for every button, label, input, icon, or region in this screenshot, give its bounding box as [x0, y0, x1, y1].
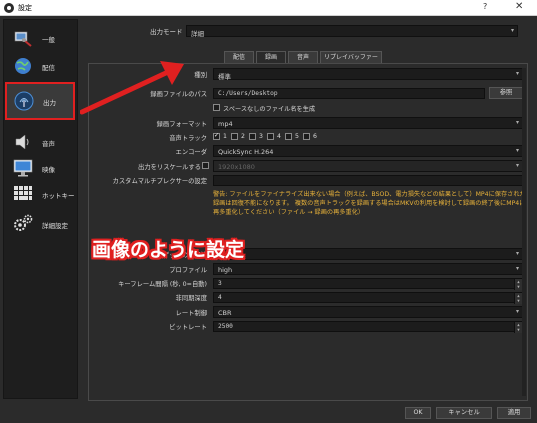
- rescale-checkbox[interactable]: [202, 162, 209, 169]
- rescale-label: 出力をリスケールする: [138, 164, 201, 171]
- track-label: 2: [241, 133, 245, 140]
- sidebar-item-label: 一般: [42, 36, 55, 44]
- chevron-down-icon: ▾: [515, 162, 519, 169]
- sidebar-item-label: 配信: [42, 64, 55, 72]
- format-value: mp4: [218, 120, 233, 128]
- path-input[interactable]: C:/Users/Desktop: [213, 88, 485, 99]
- audio-track-label: 音声トラック: [169, 135, 207, 142]
- track-label: 6: [313, 133, 317, 140]
- spinner-arrows-icon[interactable]: ▲ ▼: [514, 293, 522, 304]
- type-select[interactable]: 標準 ▾: [213, 68, 523, 81]
- async-depth-value: 4: [218, 294, 222, 301]
- track-label: 1: [223, 133, 227, 140]
- async-depth-input[interactable]: 4 ▲ ▼: [213, 292, 523, 304]
- format-select[interactable]: mp4 ▾: [213, 117, 523, 129]
- target-usage-select[interactable]: quality ▾: [213, 248, 523, 260]
- chevron-down-icon: ▾: [515, 308, 519, 315]
- window-title: 設定: [18, 4, 32, 12]
- encoder-select[interactable]: QuickSync H.264 ▾: [213, 145, 523, 157]
- track-2-checkbox[interactable]: [231, 133, 238, 140]
- dialog-footer: OK キャンセル 適用: [0, 402, 537, 423]
- sidebar-item-output[interactable]: 出力: [5, 82, 75, 120]
- nospace-label: スペースなしのファイル名を生成: [223, 106, 316, 113]
- sidebar-item-label: 詳細設定: [42, 222, 68, 230]
- apply-button[interactable]: 適用: [497, 407, 531, 419]
- track-label: 3: [259, 133, 263, 140]
- encoder-label: エンコーダ: [175, 149, 207, 156]
- spinner-arrows-icon[interactable]: ▲ ▼: [514, 322, 522, 333]
- output-mode-value: 詳細: [191, 30, 204, 38]
- settings-sidebar: 一般 配信 出力 音声 映像 ホットキー 詳細設定: [3, 19, 78, 399]
- track-label: 4: [277, 133, 281, 140]
- output-mode-label: 出力モード: [150, 28, 183, 36]
- general-icon: [14, 31, 32, 47]
- globe-icon: [15, 58, 31, 74]
- chevron-down-icon: ▾: [515, 147, 519, 154]
- chevron-down-icon: ▾: [515, 250, 519, 257]
- keyboard-icon: [14, 186, 32, 200]
- spinner-arrows-icon[interactable]: ▲ ▼: [514, 279, 522, 290]
- chevron-down-icon: ▾: [515, 119, 519, 126]
- sidebar-item-video[interactable]: 映像: [6, 154, 76, 182]
- help-button[interactable]: ?: [483, 2, 487, 11]
- sidebar-item-label: 音声: [42, 140, 55, 148]
- keyframe-label: キーフレーム間隔 (秒, 0=自動): [118, 281, 207, 288]
- track-6-checkbox[interactable]: [303, 133, 310, 140]
- sidebar-item-label: ホットキー: [42, 192, 75, 200]
- sidebar-item-advanced[interactable]: 詳細設定: [6, 210, 76, 238]
- ok-button[interactable]: OK: [405, 407, 431, 419]
- chevron-down-icon: ▾: [515, 265, 519, 272]
- monitor-icon: [13, 159, 33, 177]
- bitrate-input[interactable]: 2500 ▲ ▼: [213, 321, 523, 333]
- sidebar-item-audio[interactable]: 音声: [6, 128, 76, 156]
- output-mode-row: 出力モード 詳細 ▾: [82, 23, 534, 39]
- profile-select[interactable]: high ▾: [213, 263, 523, 275]
- encoder-value: QuickSync H.264: [218, 148, 274, 156]
- gears-icon: [14, 214, 33, 231]
- profile-value: high: [218, 266, 233, 274]
- track-3-checkbox[interactable]: [249, 133, 256, 140]
- rescale-select[interactable]: 1920x1080 ▾: [213, 160, 523, 172]
- annotation-text: 画像のように設定: [92, 239, 245, 261]
- output-icon: [14, 91, 34, 111]
- muxer-input[interactable]: [213, 175, 523, 186]
- cancel-button[interactable]: キャンセル: [436, 407, 492, 419]
- async-depth-label: 非同期深度: [175, 295, 207, 302]
- sidebar-item-label: 映像: [42, 166, 55, 174]
- bitrate-value: 2500: [218, 323, 233, 330]
- warning-text: 警告: ファイルをファイナライズ出来ない場合（例えば、BSOD、電力損失などの結…: [213, 191, 526, 216]
- rate-control-label: レート制御: [175, 310, 207, 317]
- type-value: 標準: [218, 73, 231, 81]
- close-button[interactable]: ✕: [515, 1, 523, 12]
- track-1-checkbox[interactable]: [213, 132, 220, 140]
- sidebar-item-general[interactable]: 一般: [6, 24, 76, 52]
- title-bar: 設定 ? ✕: [0, 0, 537, 16]
- obs-app-icon: [4, 3, 14, 13]
- rate-control-value: CBR: [218, 309, 232, 317]
- track-5-checkbox[interactable]: [285, 133, 292, 140]
- nospace-checkbox[interactable]: [213, 104, 220, 111]
- sidebar-item-hotkeys[interactable]: ホットキー: [6, 180, 76, 208]
- keyframe-input[interactable]: 3 ▲ ▼: [213, 278, 523, 290]
- bitrate-label: ビットレート: [169, 324, 207, 331]
- track-4-checkbox[interactable]: [267, 133, 274, 140]
- panel-scrollbar[interactable]: [522, 68, 526, 396]
- track-label: 5: [295, 133, 299, 140]
- keyframe-value: 3: [218, 280, 222, 287]
- output-mode-select[interactable]: 詳細 ▾: [186, 25, 518, 38]
- chevron-down-icon: ▾: [510, 27, 514, 34]
- settings-window: 一般 配信 出力 音声 映像 ホットキー 詳細設定 出力モード 詳細 ▾ 配信 …: [0, 16, 537, 423]
- sidebar-item-stream[interactable]: 配信: [6, 52, 76, 80]
- sidebar-item-label: 出力: [43, 99, 56, 107]
- annotation-arrow-icon: [80, 61, 184, 115]
- format-label: 録画フォーマット: [156, 121, 207, 128]
- chevron-down-icon: ▾: [515, 70, 519, 77]
- muxer-label: カスタムマルチプレクサーの設定: [112, 178, 207, 185]
- profile-label: プロファイル: [169, 267, 207, 274]
- rescale-value: 1920x1080: [218, 163, 255, 171]
- browse-button[interactable]: 参照: [489, 87, 523, 99]
- speaker-icon: [15, 134, 29, 150]
- rate-control-select[interactable]: CBR ▾: [213, 306, 523, 318]
